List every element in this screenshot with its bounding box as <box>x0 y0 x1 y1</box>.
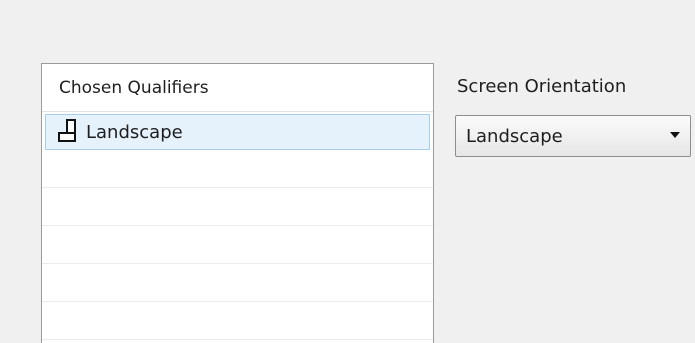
dropdown-value: Landscape <box>466 125 563 147</box>
chevron-down-icon[interactable] <box>670 132 680 138</box>
list-row-empty <box>42 302 433 340</box>
list-item-label: Landscape <box>86 121 183 143</box>
list-row-empty <box>42 264 433 302</box>
list-row-empty <box>42 150 433 188</box>
screen-orientation-dropdown[interactable]: Landscape <box>455 115 691 157</box>
list-item-landscape[interactable]: Landscape <box>45 114 430 150</box>
chosen-qualifiers-list[interactable]: Chosen Qualifiers Landscape <box>41 63 434 343</box>
list-header: Chosen Qualifiers <box>42 64 433 112</box>
list-row-empty <box>42 226 433 264</box>
screen-orientation-label: Screen Orientation <box>457 76 627 97</box>
list-row-empty <box>42 188 433 226</box>
landscape-orientation-icon <box>56 118 84 146</box>
qualifier-editor-panel: Chosen Qualifiers Landscape Screen Orien… <box>0 0 695 343</box>
